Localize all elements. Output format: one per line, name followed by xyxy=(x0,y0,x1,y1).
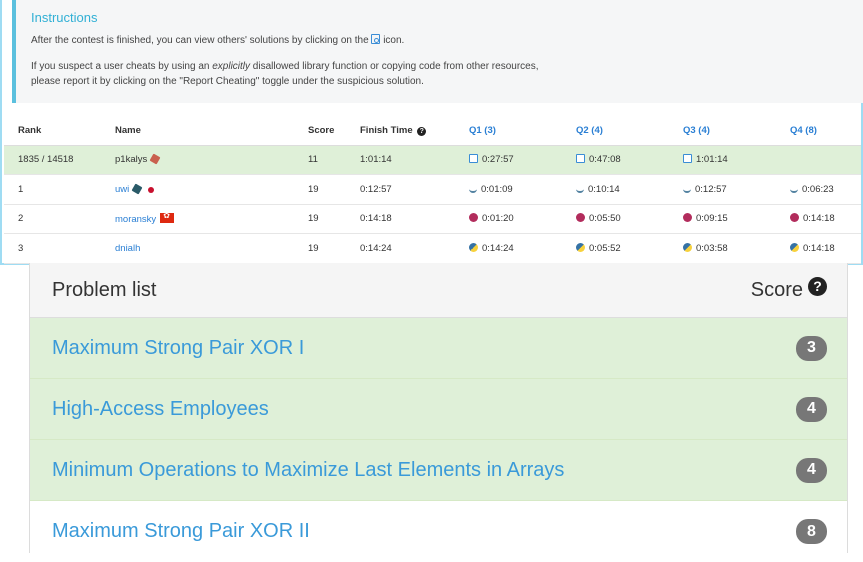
table-row: 3 dnialh 19 0:14:24 0:14:24 0:05:52 0:03… xyxy=(4,233,861,264)
country-flag-icon xyxy=(131,183,143,195)
score-cell: 11 xyxy=(294,145,346,175)
score-badge: 4 xyxy=(796,396,827,422)
q4-cell xyxy=(776,145,861,175)
q4-cell[interactable]: 0:14:18 xyxy=(776,233,861,264)
score-cell: 19 xyxy=(294,174,346,205)
score-cell: 19 xyxy=(294,233,346,264)
contest-ranking-panel: Instructions After the contest is finish… xyxy=(0,0,863,265)
japan-flag-icon xyxy=(148,186,155,193)
python-icon[interactable] xyxy=(576,242,585,252)
java-icon[interactable] xyxy=(790,186,798,193)
finish-cell: 0:14:24 xyxy=(346,233,455,264)
finish-cell: 1:01:14 xyxy=(346,145,455,175)
score-header: Score ? xyxy=(750,276,827,302)
java-icon[interactable] xyxy=(576,186,584,193)
q3-cell[interactable]: 1:01:14 xyxy=(669,145,776,175)
rank-cell: 2 xyxy=(4,204,101,234)
user-link[interactable]: dnialh xyxy=(115,243,140,254)
q1-cell[interactable]: 0:01:09 xyxy=(455,174,562,205)
name-cell: dnialh xyxy=(101,233,294,264)
table-row-current-user: 1835 / 14518 p1kalys 11 1:01:14 0:27:57 … xyxy=(4,145,861,175)
problem-row: High-Access Employees 4 xyxy=(30,379,847,440)
problem-row: Maximum Strong Pair XOR I 3 xyxy=(30,318,847,379)
score-cell: 19 xyxy=(294,204,346,234)
q4-cell[interactable]: 0:06:23 xyxy=(776,174,861,205)
col-q4[interactable]: Q4 (8) xyxy=(776,117,861,146)
user-link[interactable]: uwi xyxy=(115,184,129,195)
col-q2[interactable]: Q2 (4) xyxy=(562,117,669,146)
user-name[interactable]: p1kalys xyxy=(115,154,147,165)
solution-file-icon[interactable] xyxy=(469,154,478,164)
score-label: Score xyxy=(750,278,803,301)
finish-cell: 0:14:18 xyxy=(346,204,455,234)
python-icon[interactable] xyxy=(790,242,799,252)
problem-link[interactable]: Minimum Operations to Maximize Last Elem… xyxy=(52,459,564,482)
col-score: Score xyxy=(294,117,346,146)
q1-cell[interactable]: 0:01:20 xyxy=(455,204,562,234)
view-solution-icon xyxy=(371,34,381,44)
rank-cell: 3 xyxy=(4,233,101,264)
finish-cell: 0:12:57 xyxy=(346,174,455,205)
q3-cell[interactable]: 0:09:15 xyxy=(669,204,776,234)
instructions-text-2: If you suspect a user cheats by using an… xyxy=(31,61,539,87)
user-link[interactable]: moransky xyxy=(115,214,156,225)
col-q3[interactable]: Q3 (4) xyxy=(669,117,776,146)
name-cell: moransky xyxy=(101,204,294,234)
problem-row: Maximum Strong Pair XOR II 8 xyxy=(30,501,847,562)
finish-time-help-icon[interactable]: ? xyxy=(417,127,427,137)
java-icon[interactable] xyxy=(469,186,477,193)
score-badge: 3 xyxy=(796,335,827,361)
solution-file-icon[interactable] xyxy=(576,154,585,164)
q2-cell[interactable]: 0:47:08 xyxy=(562,145,669,175)
score-badge: 8 xyxy=(796,519,827,544)
col-rank: Rank xyxy=(4,117,101,146)
name-cell: p1kalys xyxy=(101,145,294,175)
rank-cell: 1835 / 14518 xyxy=(4,145,101,175)
cpp-icon[interactable] xyxy=(469,213,478,223)
col-q1[interactable]: Q1 (3) xyxy=(455,117,562,146)
score-help-icon[interactable]: ? xyxy=(808,276,827,296)
cpp-icon[interactable] xyxy=(683,213,692,223)
hong-kong-flag-icon xyxy=(160,211,175,223)
problem-link[interactable]: Maximum Strong Pair XOR I xyxy=(52,337,304,360)
problem-list-header: Problem list Score ? xyxy=(30,263,847,318)
problem-list-title: Problem list xyxy=(52,278,157,301)
instructions-title: Instructions xyxy=(31,10,98,25)
q3-cell[interactable]: 0:12:57 xyxy=(669,174,776,205)
table-row: 1 uwi 19 0:12:57 0:01:09 0:10:14 0:12:57… xyxy=(4,174,861,205)
q3-cell[interactable]: 0:03:58 xyxy=(669,233,776,264)
solution-file-icon[interactable] xyxy=(683,154,692,164)
rank-cell: 1 xyxy=(4,174,101,205)
instructions-text-1: After the contest is finished, you can v… xyxy=(31,34,405,46)
score-badge: 4 xyxy=(796,457,827,483)
problem-link[interactable]: Maximum Strong Pair XOR II xyxy=(52,520,310,543)
python-icon[interactable] xyxy=(683,242,692,252)
problem-link[interactable]: High-Access Employees xyxy=(52,398,269,421)
problem-list-panel: Problem list Score ? Maximum Strong Pair… xyxy=(29,263,848,562)
name-cell: uwi xyxy=(101,174,294,205)
ranking-header-row: Rank Name Score Finish Time ? Q1 (3) Q2 … xyxy=(4,117,861,146)
q2-cell[interactable]: 0:05:52 xyxy=(562,233,669,264)
q1-cell[interactable]: 0:14:24 xyxy=(455,233,562,264)
problem-row: Minimum Operations to Maximize Last Elem… xyxy=(30,440,847,501)
java-icon[interactable] xyxy=(683,186,691,193)
ranking-table: Rank Name Score Finish Time ? Q1 (3) Q2 … xyxy=(4,117,861,264)
cpp-icon[interactable] xyxy=(576,213,585,223)
country-flag-icon xyxy=(149,153,161,165)
python-icon[interactable] xyxy=(469,242,478,252)
instructions-box: Instructions After the contest is finish… xyxy=(12,0,863,103)
q2-cell[interactable]: 0:05:50 xyxy=(562,204,669,234)
col-name: Name xyxy=(101,117,294,146)
q1-cell[interactable]: 0:27:57 xyxy=(455,145,562,175)
cpp-icon[interactable] xyxy=(790,213,799,223)
q2-cell[interactable]: 0:10:14 xyxy=(562,174,669,205)
table-row: 2 moransky 19 0:14:18 0:01:20 0:05:50 0:… xyxy=(4,204,861,234)
col-finish-time: Finish Time ? xyxy=(346,117,455,146)
q4-cell[interactable]: 0:14:18 xyxy=(776,204,861,234)
